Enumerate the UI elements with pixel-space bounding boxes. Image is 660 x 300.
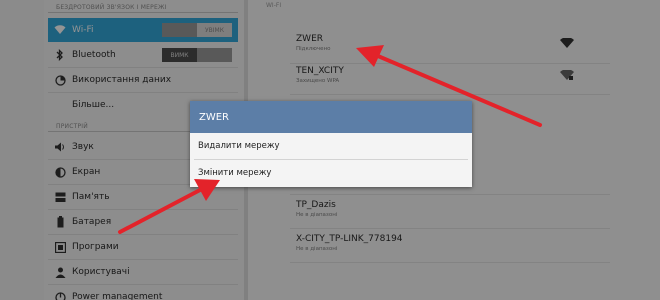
modify-network-option[interactable]: Змінити мережу (190, 160, 472, 186)
forget-network-option[interactable]: Видалити мережу (190, 133, 472, 159)
dialog-title: ZWER (190, 101, 472, 133)
network-options-dialog: ZWER Видалити мережу Змінити мережу (190, 101, 472, 187)
